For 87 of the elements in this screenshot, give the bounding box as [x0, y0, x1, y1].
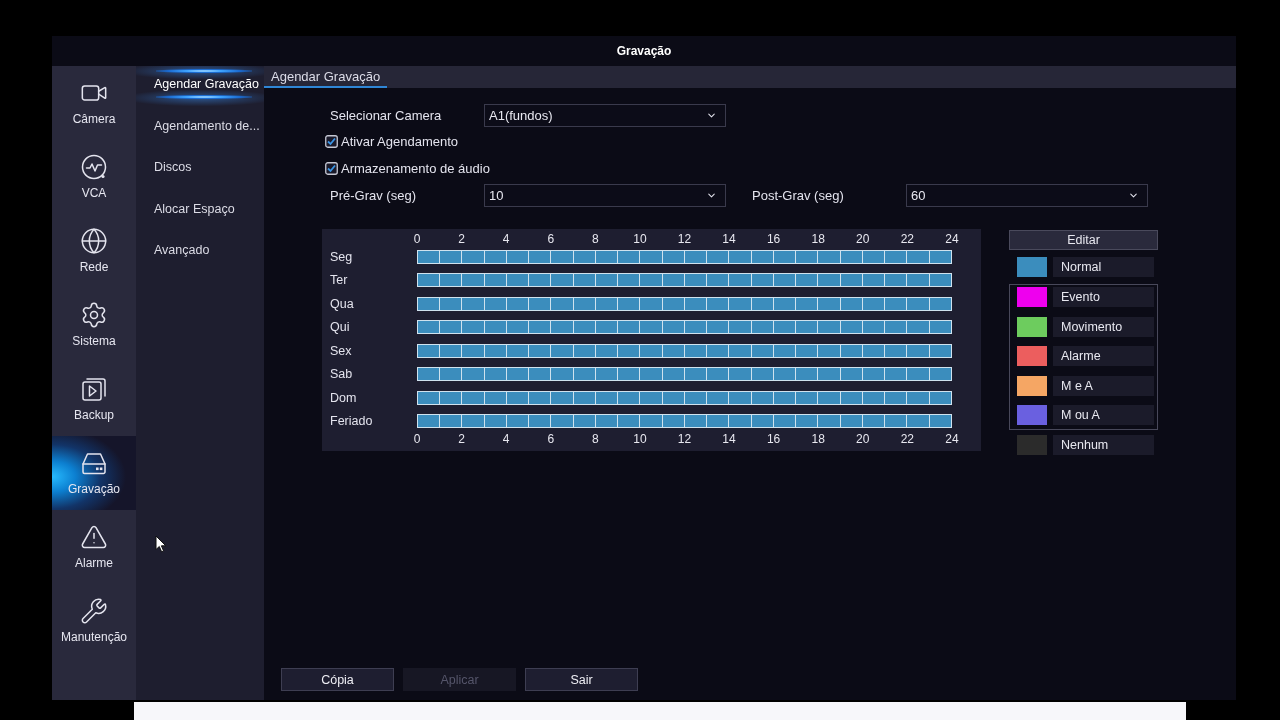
hour-label: 4 — [501, 433, 511, 445]
submenu-item[interactable]: Discos — [136, 149, 264, 191]
chevron-down-icon — [706, 190, 717, 201]
edit-button[interactable]: Editar — [1009, 230, 1158, 250]
sidebar-item[interactable]: Sistema — [52, 288, 136, 362]
day-label: Sab — [330, 367, 354, 382]
pulse-circle-icon — [80, 153, 108, 181]
hour-label: 2 — [457, 433, 466, 445]
checkbox[interactable] — [325, 134, 338, 148]
submenu-item[interactable]: Agendamento de... — [136, 107, 264, 149]
day-label: Seg — [330, 249, 354, 264]
schedule-bar[interactable] — [417, 414, 952, 429]
record-type-label: Nenhum — [1053, 435, 1154, 455]
day-label: Ter — [330, 273, 349, 288]
chevron-down-icon — [706, 110, 717, 121]
record-type-label: Normal — [1053, 257, 1154, 277]
checkbox-label: Armazenamento de áudio — [341, 160, 490, 176]
window-title: Gravação — [616, 44, 672, 58]
wrench-icon — [80, 597, 108, 625]
schedule-bar[interactable] — [417, 390, 952, 405]
hour-label: 8 — [590, 233, 600, 245]
hour-label: 22 — [899, 233, 916, 245]
submenu-item[interactable]: Agendar Gravação — [136, 66, 264, 108]
sidebar-item[interactable]: Rede — [52, 214, 136, 288]
hour-label: 10 — [632, 233, 648, 245]
chevron-down-icon — [1128, 190, 1139, 201]
day-label: Qua — [330, 296, 355, 311]
stacked-play-icon — [80, 375, 108, 403]
submenu-item[interactable]: Alocar Espaço — [136, 190, 264, 232]
hour-label: 2 — [457, 233, 466, 245]
record-type-label: Alarme — [1053, 346, 1154, 366]
hour-label: 4 — [501, 233, 511, 245]
record-type-label: Movimento — [1053, 316, 1154, 337]
schedule-bar[interactable] — [417, 367, 952, 382]
sidebar-item[interactable]: Alarme — [52, 510, 136, 584]
hour-label: 14 — [721, 233, 737, 245]
field-label: Pré-Grav (seg) — [330, 188, 417, 203]
hour-label: 20 — [855, 233, 871, 245]
schedule-bar[interactable] — [417, 273, 952, 288]
hour-label: 16 — [765, 433, 782, 445]
hour-label: 20 — [855, 433, 871, 445]
submenu-item[interactable]: Avançado — [136, 232, 264, 274]
hour-label: 16 — [765, 233, 782, 245]
tab[interactable]: Agendar Gravação — [264, 66, 388, 88]
record-type-label: M ou A — [1053, 405, 1154, 425]
hour-label: 0 — [412, 433, 422, 445]
day-label: Dom — [330, 390, 358, 405]
dropdown[interactable]: 60 — [906, 184, 1148, 207]
checkbox-label: Ativar Agendamento — [341, 133, 459, 149]
dropdown[interactable]: 10 — [484, 184, 726, 207]
sidebar-item[interactable]: Backup — [52, 362, 136, 436]
settings-icon — [80, 301, 108, 329]
day-label: Sex — [330, 343, 353, 358]
field-label: Post-Grav (seg) — [752, 188, 845, 203]
schedule-bar[interactable] — [417, 343, 952, 358]
hour-label: 12 — [676, 433, 693, 445]
mouse-pointer-icon — [155, 535, 167, 553]
record-type-label: M e A — [1053, 375, 1154, 396]
action-button[interactable]: Cópia — [281, 668, 394, 691]
sidebar-item[interactable]: VCA — [52, 140, 136, 214]
hour-label: 10 — [632, 433, 648, 445]
hour-label: 12 — [676, 233, 693, 245]
sidebar-item[interactable]: Câmera — [52, 66, 136, 140]
action-button[interactable]: Sair — [525, 668, 638, 691]
sidebar-item[interactable]: Gravação — [52, 436, 136, 510]
day-label: Qui — [330, 320, 351, 335]
hour-label: 8 — [590, 433, 600, 445]
hour-label: 24 — [944, 433, 960, 445]
warning-icon — [80, 523, 108, 551]
dropdown[interactable]: A1(fundos) — [484, 104, 726, 127]
hour-label: 24 — [944, 233, 960, 245]
sidebar-item[interactable]: Manutenção — [52, 584, 136, 658]
globe-icon — [80, 227, 108, 255]
hour-label: 18 — [810, 433, 826, 445]
hour-label: 14 — [721, 433, 737, 445]
record-type-label: Evento — [1053, 287, 1154, 307]
schedule-bar[interactable] — [417, 249, 952, 264]
hour-label: 6 — [546, 433, 556, 445]
day-label: Feriado — [330, 414, 374, 429]
schedule-bar[interactable] — [417, 320, 952, 335]
schedule-bar[interactable] — [417, 296, 952, 311]
field-label: Selecionar Camera — [330, 108, 443, 123]
checkbox[interactable] — [325, 161, 338, 175]
hour-label: 18 — [810, 233, 826, 245]
hour-label: 22 — [899, 433, 916, 445]
hour-label: 6 — [546, 233, 556, 245]
hour-label: 0 — [412, 233, 422, 245]
